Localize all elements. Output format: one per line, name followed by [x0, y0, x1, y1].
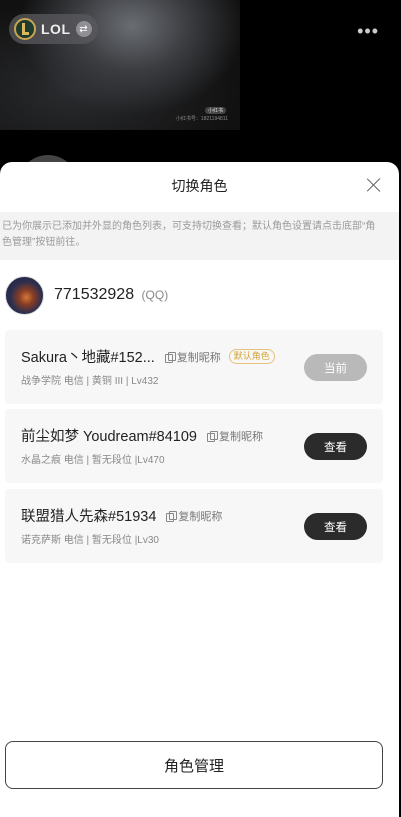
role-name: 前尘如梦 Youdream#84109	[21, 429, 197, 445]
role-card: 前尘如梦 Youdream#84109 复制昵称 水晶之痕 电信 | 暂无段位 …	[5, 409, 383, 483]
role-card: 联盟猎人先森#51934 复制昵称 诺克萨斯 电信 | 暂无段位 |Lv30 查…	[5, 489, 383, 563]
default-role-badge: 默认角色	[228, 349, 275, 364]
game-label: LOL	[41, 21, 71, 37]
role-details: 战争学院 电信 | 黄铜 III | Lv432	[21, 376, 159, 387]
copy-nickname-button[interactable]: 复制昵称	[164, 349, 221, 365]
role-name: 联盟猎人先森#51934	[21, 509, 157, 525]
copy-icon	[166, 510, 178, 522]
lol-logo-icon	[14, 18, 36, 40]
photo-watermark: 小红书号：1821194811	[175, 116, 228, 122]
account-row: 771532928 (QQ)	[0, 275, 399, 315]
copy-label: 复制昵称	[218, 430, 263, 443]
view-button[interactable]: 查看	[304, 513, 367, 540]
view-button[interactable]: 查看	[304, 433, 367, 460]
role-details: 诺克萨斯 电信 | 暂无段位 |Lv30	[21, 535, 159, 546]
more-options-button[interactable]: •••	[357, 22, 379, 40]
notice-text: 已为你展示已添加并外显的角色列表，可支持切换查看；默认角色设置请点击底部“角色管…	[0, 212, 399, 260]
avatar	[5, 275, 44, 315]
sheet-title: 切换角色	[171, 178, 228, 194]
role-card: Sakura丶地藏#152... 复制昵称 默认角色 战争学院 电信 | 黄铜 …	[5, 330, 383, 404]
switch-icon: ⇄	[75, 21, 92, 37]
copy-nickname-button[interactable]: 复制昵称	[166, 508, 222, 524]
copy-label: 复制昵称	[176, 351, 221, 364]
sheet-header: 切换角色	[0, 162, 399, 210]
copy-label: 复制昵称	[178, 510, 223, 523]
close-icon[interactable]	[365, 176, 383, 194]
account-id: 771532928	[54, 286, 135, 303]
photo-badge: 小红书	[204, 107, 226, 114]
role-management-button[interactable]: 角色管理	[5, 741, 383, 789]
copy-icon	[164, 351, 176, 363]
copy-icon	[206, 430, 218, 442]
current-button[interactable]: 当前	[304, 354, 367, 381]
copy-nickname-button[interactable]: 复制昵称	[206, 428, 263, 444]
role-name: Sakura丶地藏#152...	[21, 350, 155, 366]
role-details: 水晶之痕 电信 | 暂无段位 |Lv470	[21, 455, 165, 466]
account-type: (QQ)	[141, 288, 169, 302]
game-switch-chip[interactable]: LOL ⇄	[9, 14, 98, 44]
switch-role-sheet: 切换角色 已为你展示已添加并外显的角色列表，可支持切换查看；默认角色设置请点击底…	[0, 162, 399, 817]
